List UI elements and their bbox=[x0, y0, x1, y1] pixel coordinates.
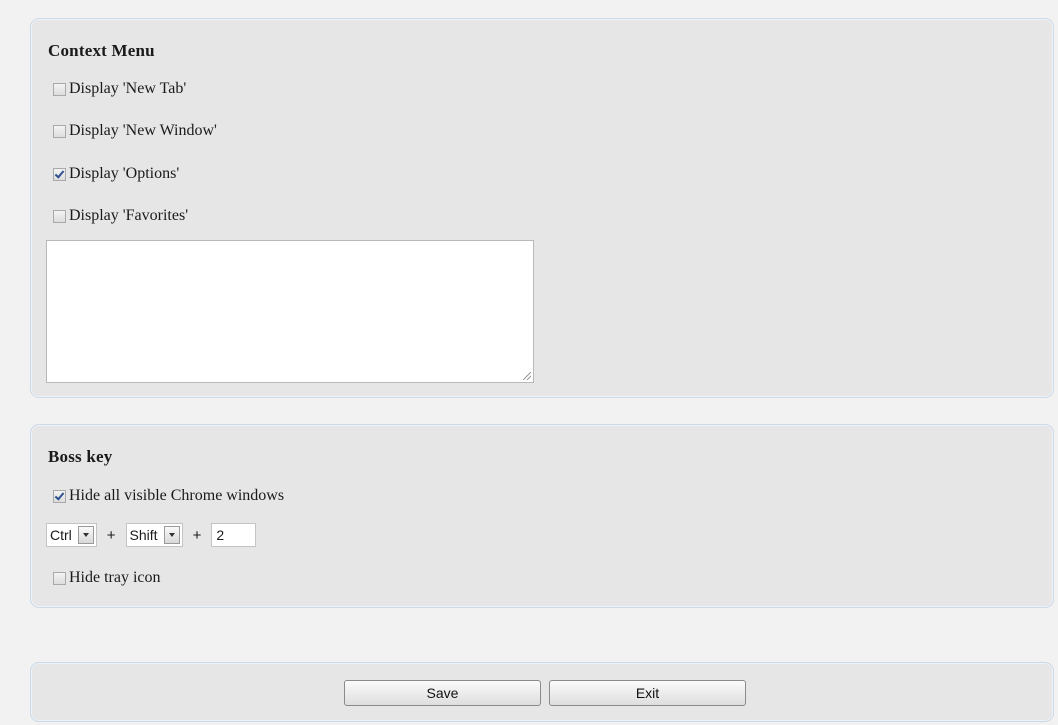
hide-tray-label: Hide tray icon bbox=[69, 569, 161, 586]
favorites-label: Display 'Favorites' bbox=[69, 207, 189, 224]
context-menu-title: Context Menu bbox=[48, 41, 155, 60]
modifier1-select[interactable]: Ctrl bbox=[46, 523, 97, 547]
new-window-checkbox[interactable] bbox=[53, 124, 66, 138]
options-page: Context Menu Display 'New Tab' Display '… bbox=[0, 0, 1058, 725]
resize-grip-icon[interactable] bbox=[523, 372, 531, 380]
save-button[interactable]: Save bbox=[344, 680, 541, 706]
option-favorites[interactable]: Display 'Favorites' bbox=[53, 206, 188, 226]
options-checkbox[interactable] bbox=[53, 167, 66, 181]
hide-windows-option[interactable]: Hide all visible Chrome windows bbox=[53, 486, 284, 506]
footer-panel: Save Exit bbox=[30, 662, 1054, 722]
new-tab-checkbox[interactable] bbox=[53, 82, 66, 96]
option-options[interactable]: Display 'Options' bbox=[53, 164, 179, 184]
boss-key-title: Boss key bbox=[48, 447, 113, 466]
option-new-window[interactable]: Display 'New Window' bbox=[53, 121, 217, 141]
modifier2-select[interactable]: Shift bbox=[125, 523, 183, 547]
new-tab-label: Display 'New Tab' bbox=[69, 80, 187, 97]
chevron-down-icon[interactable] bbox=[77, 526, 94, 544]
favorites-checkbox[interactable] bbox=[53, 209, 66, 223]
options-label: Display 'Options' bbox=[69, 165, 180, 182]
hide-windows-label: Hide all visible Chrome windows bbox=[69, 487, 285, 504]
key-input[interactable]: 2 bbox=[211, 523, 257, 547]
modifier1-value: Ctrl bbox=[50, 527, 72, 543]
plus-symbol: + bbox=[106, 526, 116, 544]
hide-windows-checkbox[interactable] bbox=[53, 489, 66, 503]
boss-key-panel: Boss key Hide all visible Chrome windows… bbox=[30, 424, 1054, 608]
modifier2-value: Shift bbox=[129, 527, 158, 543]
new-window-label: Display 'New Window' bbox=[69, 122, 217, 139]
exit-button[interactable]: Exit bbox=[549, 680, 746, 706]
hide-tray-checkbox[interactable] bbox=[53, 571, 66, 585]
context-menu-panel: Context Menu Display 'New Tab' Display '… bbox=[30, 18, 1054, 398]
chevron-down-icon[interactable] bbox=[163, 526, 180, 544]
hotkey-row: Ctrl + Shift + 2 bbox=[46, 523, 257, 547]
context-menu-textarea[interactable] bbox=[46, 240, 534, 383]
plus-symbol: + bbox=[192, 526, 202, 544]
option-new-tab[interactable]: Display 'New Tab' bbox=[53, 79, 186, 99]
hide-tray-option[interactable]: Hide tray icon bbox=[53, 568, 161, 588]
